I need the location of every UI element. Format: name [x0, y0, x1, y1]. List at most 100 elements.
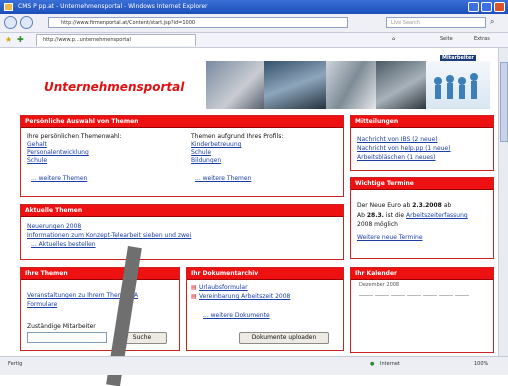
- tools-menu[interactable]: Extras: [474, 36, 490, 42]
- calendar-day-cell[interactable]: [391, 322, 405, 331]
- calendar-day-cell[interactable]: [423, 331, 437, 340]
- news-link-2[interactable]: ... Aktuelles bestellen: [31, 241, 96, 248]
- close-button[interactable]: [494, 2, 505, 12]
- calendar-day-cell[interactable]: [359, 331, 373, 340]
- pdf-icon: ▤: [191, 284, 197, 291]
- portal-title: Unternehmensportal: [44, 80, 185, 94]
- panel-title: Persönliche Auswahl von Themen: [21, 116, 343, 128]
- favorites-star-icon[interactable]: ★: [5, 35, 14, 44]
- profile-heading: Themen aufgrund Ihres Profils:: [191, 133, 284, 140]
- search-box[interactable]: Live Search: [386, 17, 486, 28]
- vertical-scrollbar[interactable]: [498, 48, 508, 356]
- minimize-button[interactable]: [468, 2, 479, 12]
- news-link-0[interactable]: Neuerungen 2008: [27, 223, 81, 230]
- staff-input-label: Zuständige Mitarbeiter: [27, 323, 96, 330]
- zone-icon: ●: [370, 361, 375, 367]
- doc-more-link[interactable]: ... weitere Dokumente: [203, 312, 270, 319]
- message-link-2[interactable]: Arbeitsbläschen (1 neues): [357, 154, 436, 161]
- calendar-day-cell[interactable]: [455, 313, 469, 322]
- calendar-day-cell[interactable]: [455, 295, 469, 304]
- personal-link-schule[interactable]: Schule: [27, 157, 47, 164]
- calendar-day-cell[interactable]: [359, 340, 373, 349]
- profile-link-kinderbetreuung[interactable]: Kinderbetreuung: [191, 141, 241, 148]
- calendar-day-cell[interactable]: [407, 331, 421, 340]
- message-link-0[interactable]: Nachricht von IBS (2 neue): [357, 136, 438, 143]
- active-tab[interactable]: http://www.p...unternehmensportal: [36, 34, 196, 46]
- calendar-day-cell[interactable]: [391, 313, 405, 322]
- calendar-day-cell[interactable]: [359, 304, 373, 313]
- window-titlebar: CMS P pp.at - Unternehmensportal - Windo…: [0, 0, 508, 14]
- search-icon[interactable]: ⌕: [490, 17, 494, 27]
- calendar-day-cell[interactable]: [375, 313, 389, 322]
- calendar-day-cell[interactable]: [407, 313, 421, 322]
- upload-documents-button[interactable]: Dokumente uploaden: [239, 332, 329, 344]
- photo-team-figures: [426, 61, 490, 109]
- news-link-1[interactable]: Informationen zum Konzept-Telearbeit sie…: [27, 232, 191, 239]
- add-favorite-icon[interactable]: ✚: [17, 35, 26, 44]
- calendar-day-cell[interactable]: [407, 304, 421, 313]
- doc-link-1[interactable]: Vereinbarung Arbeitszeit 2008: [199, 293, 290, 300]
- photo-office: [264, 61, 326, 109]
- calendar-day-cell[interactable]: [391, 295, 405, 304]
- browser-icon: [4, 3, 13, 11]
- profile-link-schule[interactable]: Schule: [191, 149, 211, 156]
- calendar-day-cell[interactable]: [407, 340, 421, 349]
- maximize-button[interactable]: [481, 2, 492, 12]
- profile-link-bildungen[interactable]: Bildungen: [191, 157, 221, 164]
- scrollbar-thumb[interactable]: [500, 62, 508, 142]
- panel-title: Wichtige Termine: [351, 178, 493, 190]
- topics-link-1[interactable]: Formulare: [27, 301, 57, 308]
- calendar-day-cell[interactable]: [359, 322, 373, 331]
- calendar-day-cell[interactable]: [375, 340, 389, 349]
- personal-link-personalentwicklung[interactable]: Personalentwicklung: [27, 149, 89, 156]
- zoom-level[interactable]: 100%: [474, 361, 488, 367]
- calendar-day-cell[interactable]: [439, 322, 453, 331]
- calendar-day-cell[interactable]: [375, 331, 389, 340]
- dates-line-3: 2008 möglich: [357, 221, 398, 228]
- calendar-day-cell[interactable]: [439, 340, 453, 349]
- calendar-day-cell[interactable]: [423, 304, 437, 313]
- back-button[interactable]: [4, 16, 17, 29]
- personal-more-link[interactable]: ... weitere Themen: [31, 175, 87, 182]
- calendar-day-cell[interactable]: [391, 340, 405, 349]
- calendar-day-cell[interactable]: [423, 322, 437, 331]
- navigation-bar: http://www.firmenportal.at/Content/start…: [0, 14, 508, 33]
- calendar-day-cell[interactable]: [423, 313, 437, 322]
- calendar-day-cell[interactable]: [407, 295, 421, 304]
- forward-button[interactable]: [20, 16, 33, 29]
- calendar-day-cell[interactable]: [359, 313, 373, 322]
- calendar-day-cell[interactable]: [455, 331, 469, 340]
- panel-title: Mitteilungen: [351, 116, 493, 128]
- calendar-day-cell[interactable]: [439, 295, 453, 304]
- calendar-day-cell[interactable]: [423, 340, 437, 349]
- calendar-day-cell[interactable]: [455, 322, 469, 331]
- doc-link-0[interactable]: Urlaubsformular: [199, 284, 248, 291]
- staff-search-input[interactable]: [27, 332, 107, 343]
- calendar-day-cell[interactable]: [375, 304, 389, 313]
- personal-link-gehalt[interactable]: Gehalt: [27, 141, 47, 148]
- profile-more-link[interactable]: ... weitere Themen: [195, 175, 251, 182]
- calendar-day-cell[interactable]: [375, 295, 389, 304]
- calendar-day-cell[interactable]: [423, 295, 437, 304]
- photo-group: [376, 61, 426, 109]
- calendar-day-cell[interactable]: [407, 322, 421, 331]
- calendar-day-cell[interactable]: [391, 304, 405, 313]
- panel-personal-themes: Persönliche Auswahl von Themen Ihre pers…: [20, 115, 344, 197]
- header-photo-strip: [206, 61, 490, 109]
- calendar-day-cell[interactable]: [455, 304, 469, 313]
- page-menu[interactable]: Seite: [440, 36, 453, 42]
- calendar-day-cell[interactable]: [359, 295, 373, 304]
- panel-title: Aktuelle Themen: [21, 205, 343, 217]
- calendar-day-cell[interactable]: [391, 331, 405, 340]
- calendar-day-cell[interactable]: [455, 340, 469, 349]
- message-link-1[interactable]: Nachricht von help.pp (1 neue): [357, 145, 451, 152]
- status-text: Fertig: [8, 361, 23, 367]
- home-icon[interactable]: ⌂: [392, 36, 395, 42]
- dates-more-link[interactable]: Weitere neue Termine: [357, 234, 423, 241]
- calendar-day-cell[interactable]: [439, 331, 453, 340]
- panel-calendar: Ihr Kalender Dezember 2008: [350, 267, 494, 353]
- address-bar[interactable]: http://www.firmenportal.at/Content/start…: [48, 17, 348, 28]
- calendar-day-cell[interactable]: [375, 322, 389, 331]
- calendar-day-cell[interactable]: [439, 313, 453, 322]
- calendar-day-cell[interactable]: [439, 304, 453, 313]
